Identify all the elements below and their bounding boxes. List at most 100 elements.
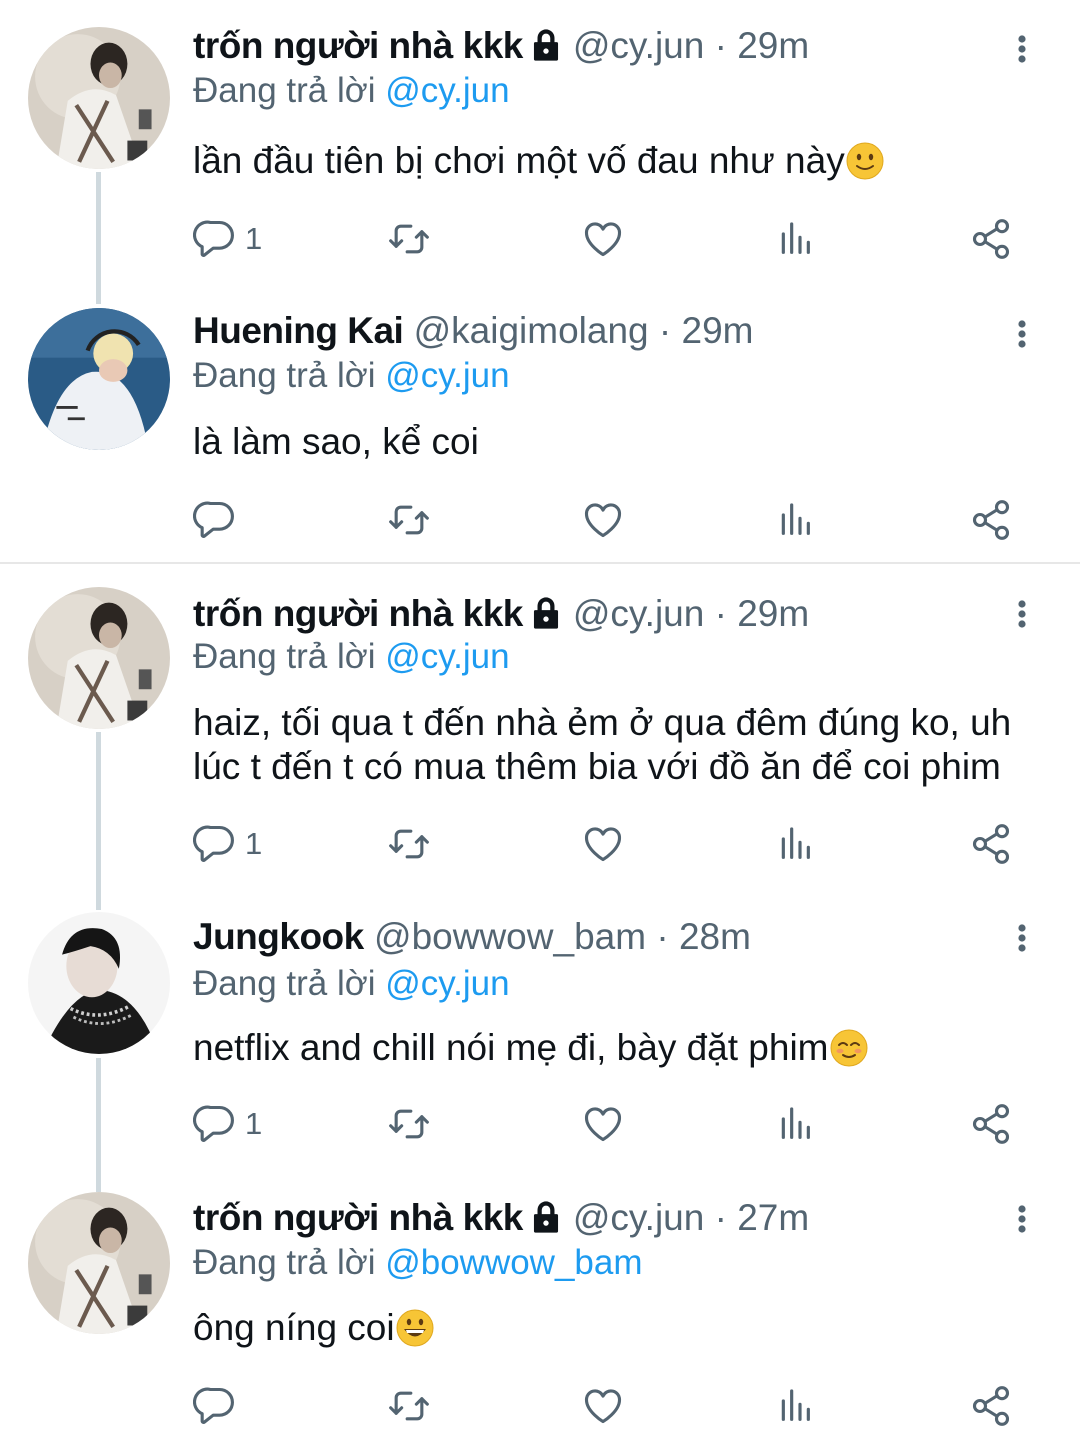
display-name[interactable]: Huening Kai — [193, 310, 404, 351]
lock-icon — [529, 28, 563, 72]
separator-dot: · — [656, 916, 669, 957]
reply-icon — [193, 498, 237, 542]
reply-prefix: Đang trả lời — [193, 964, 376, 1003]
tweet[interactable]: trốn người nhà kkk @cy.jun · 29m Đang trả… — [0, 0, 1080, 290]
share-icon — [969, 1384, 1013, 1428]
reply-context: Đang trả lời @cy.jun — [193, 71, 510, 111]
more-options-icon[interactable] — [1005, 24, 1039, 74]
timestamp[interactable]: 29m — [682, 310, 754, 351]
analytics-button[interactable] — [775, 819, 815, 869]
share-button[interactable] — [969, 495, 1013, 545]
tweet[interactable]: trốn người nhà kkk @cy.jun · 27m Đang trả… — [0, 1170, 1080, 1445]
like-button[interactable] — [581, 1381, 625, 1431]
like-button[interactable] — [581, 214, 625, 264]
user-handle[interactable]: @cy.jun — [573, 25, 704, 66]
reply-mention[interactable]: @bowwow_bam — [385, 1243, 642, 1282]
lock-icon — [529, 596, 563, 640]
like-button[interactable] — [581, 819, 625, 869]
user-handle[interactable]: @cy.jun — [573, 593, 704, 634]
heart-icon — [581, 1102, 625, 1146]
reply-count: 1 — [245, 826, 263, 861]
tweet[interactable]: Huening Kai @kaigimolang · 29m Đang trả … — [0, 282, 1080, 562]
display-name[interactable]: Jungkook — [193, 916, 364, 957]
reply-prefix: Đang trả lời — [193, 1243, 376, 1282]
heart-icon — [581, 498, 625, 542]
tweet-text: haiz, tối qua t đến nhà ẻm ở qua đêm đún… — [193, 701, 1053, 789]
analytics-icon — [775, 500, 815, 540]
analytics-button[interactable] — [775, 495, 815, 545]
reply-mention[interactable]: @cy.jun — [385, 71, 509, 110]
retweet-icon — [385, 1384, 433, 1428]
tweet-header: trốn người nhà kkk @cy.jun · 29m — [193, 592, 809, 640]
reply-icon — [193, 217, 237, 261]
tweet[interactable]: trốn người nhà kkk @cy.jun · 29m Đang trả… — [0, 562, 1080, 902]
separator-dot: · — [714, 1197, 727, 1238]
action-bar — [193, 495, 1043, 545]
share-icon — [969, 1102, 1013, 1146]
tweet-text-content: netflix and chill nói mẹ đi, bày đặt phi… — [193, 1027, 829, 1068]
retweet-button[interactable] — [385, 819, 433, 869]
more-options-icon[interactable] — [1005, 913, 1039, 963]
share-icon — [969, 217, 1013, 261]
action-bar: 1 — [193, 214, 1043, 264]
display-name[interactable]: trốn người nhà kkk — [193, 25, 523, 66]
share-icon — [969, 498, 1013, 542]
reply-mention[interactable]: @cy.jun — [385, 964, 509, 1003]
retweet-icon — [385, 217, 433, 261]
tweet[interactable]: Jungkook @bowwow_bam · 28m Đang trả lời … — [0, 888, 1080, 1178]
avatar[interactable] — [28, 587, 170, 729]
reply-context: Đang trả lời @cy.jun — [193, 964, 510, 1004]
timestamp[interactable]: 29m — [737, 593, 809, 634]
user-handle[interactable]: @cy.jun — [573, 1197, 704, 1238]
avatar[interactable] — [28, 308, 170, 450]
timestamp[interactable]: 29m — [737, 25, 809, 66]
more-options-icon[interactable] — [1005, 309, 1039, 359]
display-name[interactable]: trốn người nhà kkk — [193, 593, 523, 634]
heart-icon — [581, 217, 625, 261]
share-button[interactable] — [969, 214, 1013, 264]
tweet-header: trốn người nhà kkk @cy.jun · 29m — [193, 24, 809, 72]
avatar[interactable] — [28, 1192, 170, 1334]
more-options-icon[interactable] — [1005, 1194, 1039, 1244]
separator-dot: · — [714, 593, 727, 634]
analytics-button[interactable] — [775, 1099, 815, 1149]
user-handle[interactable]: @bowwow_bam — [374, 916, 646, 957]
user-handle[interactable]: @kaigimolang — [414, 310, 649, 351]
tweet-text-content: là làm sao, kể coi — [193, 421, 479, 462]
reply-context: Đang trả lời @cy.jun — [193, 356, 510, 396]
retweet-button[interactable] — [385, 1381, 433, 1431]
analytics-button[interactable] — [775, 214, 815, 264]
grinning-face-icon — [395, 1308, 435, 1348]
analytics-button[interactable] — [775, 1381, 815, 1431]
reply-mention[interactable]: @cy.jun — [385, 356, 509, 395]
smiling-face-icon — [829, 1028, 869, 1068]
like-button[interactable] — [581, 495, 625, 545]
share-button[interactable] — [969, 819, 1013, 869]
analytics-icon — [775, 824, 815, 864]
tweet-text: là làm sao, kể coi — [193, 420, 1053, 464]
like-button[interactable] — [581, 1099, 625, 1149]
avatar[interactable] — [28, 27, 170, 169]
retweet-button[interactable] — [385, 1099, 433, 1149]
reply-button[interactable]: 1 — [193, 819, 262, 869]
reply-button[interactable]: 1 — [193, 1099, 262, 1149]
reply-mention[interactable]: @cy.jun — [385, 637, 509, 676]
reply-button[interactable] — [193, 1381, 245, 1431]
reply-context: Đang trả lời @cy.jun — [193, 637, 510, 677]
retweet-icon — [385, 822, 433, 866]
tweet-header: Huening Kai @kaigimolang · 29m — [193, 309, 754, 353]
separator-dot: · — [658, 310, 672, 351]
reply-button[interactable] — [193, 495, 245, 545]
reply-button[interactable]: 1 — [193, 214, 262, 264]
avatar[interactable] — [28, 912, 170, 1054]
retweet-button[interactable] — [385, 214, 433, 264]
reply-count: 1 — [245, 1106, 263, 1141]
more-options-icon[interactable] — [1005, 589, 1039, 639]
share-button[interactable] — [969, 1381, 1013, 1431]
display-name[interactable]: trốn người nhà kkk — [193, 1197, 523, 1238]
timestamp[interactable]: 27m — [737, 1197, 809, 1238]
analytics-icon — [775, 1386, 815, 1426]
timestamp[interactable]: 28m — [679, 916, 751, 957]
share-button[interactable] — [969, 1099, 1013, 1149]
retweet-button[interactable] — [385, 495, 433, 545]
